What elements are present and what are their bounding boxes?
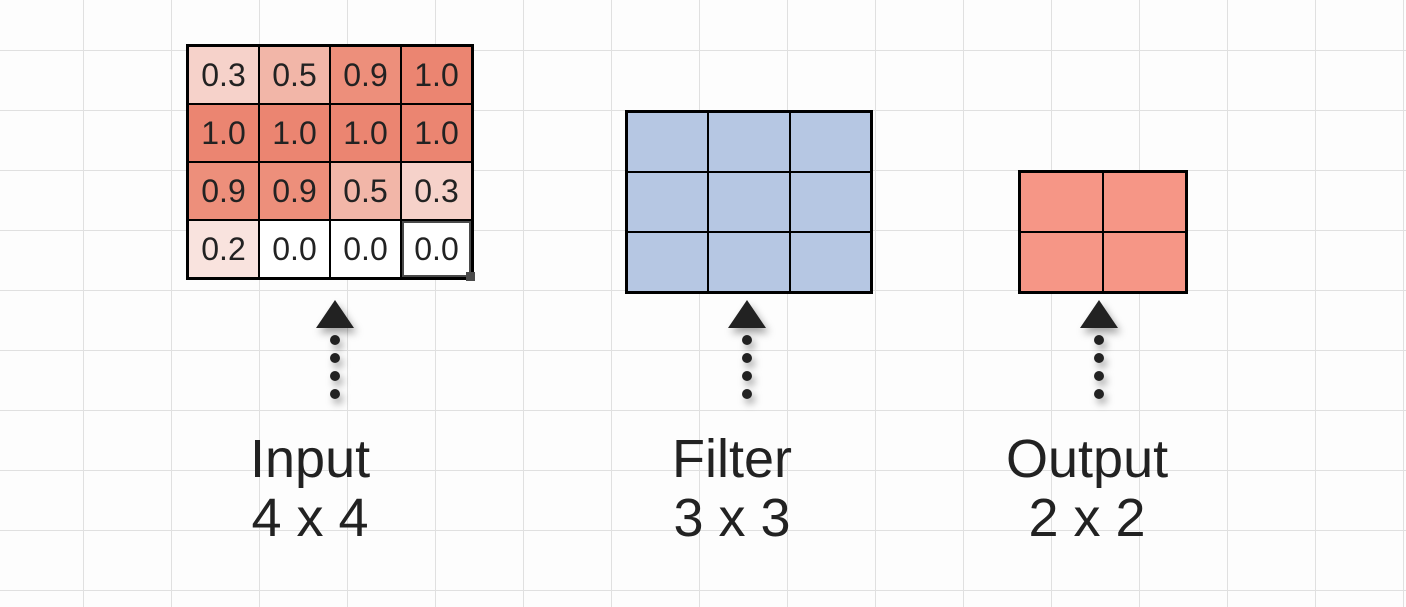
filter-title: Filter [672,430,792,489]
input-cell: 1.0 [401,46,472,104]
filter-cell [790,112,871,172]
output-dims: 2 x 2 [1006,489,1168,548]
filter-matrix [625,110,873,294]
arrow-up-icon [722,300,772,410]
input-cell: 0.0 [401,220,472,278]
input-title: Input [250,430,370,489]
input-label: Input 4 x 4 [250,430,370,549]
arrow-up-icon [310,300,360,410]
filter-cell [708,112,789,172]
input-cell: 1.0 [259,104,330,162]
filter-cell [708,232,789,292]
output-cell [1103,232,1186,292]
input-cell: 0.0 [330,220,401,278]
filter-cell [627,112,708,172]
filter-cell [627,172,708,232]
input-dims: 4 x 4 [250,489,370,548]
filter-label: Filter 3 x 3 [672,430,792,549]
diagram-stage: 0.30.50.91.01.01.01.01.00.90.90.50.30.20… [0,0,1406,607]
input-matrix: 0.30.50.91.01.01.01.01.00.90.90.50.30.20… [186,44,474,280]
input-cell: 0.9 [259,162,330,220]
input-cell: 0.3 [401,162,472,220]
input-cell: 0.9 [188,162,259,220]
filter-dims: 3 x 3 [672,489,792,548]
filter-cell [627,232,708,292]
output-cell [1020,172,1103,232]
input-cell: 0.5 [259,46,330,104]
output-cell [1020,232,1103,292]
filter-cell [790,232,871,292]
output-matrix [1018,170,1188,294]
input-cell: 1.0 [330,104,401,162]
output-cell [1103,172,1186,232]
output-title: Output [1006,430,1168,489]
input-cell: 0.3 [188,46,259,104]
input-cell: 1.0 [188,104,259,162]
output-label: Output 2 x 2 [1006,430,1168,549]
input-cell: 0.2 [188,220,259,278]
filter-cell [708,172,789,232]
input-cell: 1.0 [401,104,472,162]
input-cell: 0.0 [259,220,330,278]
arrow-up-icon [1074,300,1124,410]
filter-cell [790,172,871,232]
input-cell: 0.9 [330,46,401,104]
input-cell: 0.5 [330,162,401,220]
